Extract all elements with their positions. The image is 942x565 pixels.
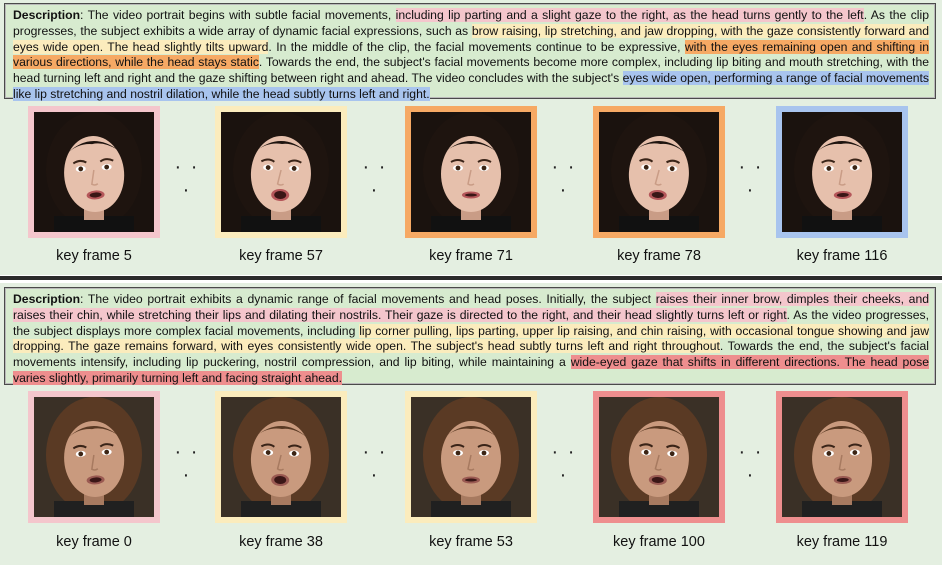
description-label: Description bbox=[13, 8, 81, 22]
key-frame-label: key frame 100 bbox=[613, 534, 705, 550]
key-frame-image bbox=[215, 106, 347, 238]
key-frame-image bbox=[776, 106, 908, 238]
key-frame-image bbox=[405, 106, 537, 238]
description-text: : The video portrait begins with subtle … bbox=[13, 8, 930, 101]
ellipsis: · · · bbox=[174, 156, 200, 201]
ellipsis: · · · bbox=[551, 441, 577, 486]
description-phrase: . In the middle of the clip, the facial … bbox=[268, 39, 685, 54]
ellipsis: · · · bbox=[174, 441, 200, 486]
description-box: Description: The video portrait begins w… bbox=[4, 3, 936, 101]
ellipsis: · · · bbox=[551, 156, 577, 201]
panel-separator bbox=[0, 276, 942, 280]
key-frame-label: key frame 78 bbox=[617, 248, 701, 264]
key-frame-label: key frame 116 bbox=[796, 248, 888, 264]
top-example-panel: Description: The video portrait begins w… bbox=[0, 0, 942, 275]
key-frame-image bbox=[776, 391, 908, 523]
key-frame-image bbox=[28, 391, 160, 523]
key-frame-label: key frame 53 bbox=[429, 534, 513, 550]
key-frame-label: key frame 5 bbox=[56, 248, 132, 264]
ellipsis: · · · bbox=[362, 441, 388, 486]
description-text: : The video portrait exhibits a dynamic … bbox=[13, 292, 930, 385]
key-frame-image bbox=[405, 391, 537, 523]
key-frame-label: key frame 71 bbox=[429, 248, 513, 264]
ellipsis: · · · bbox=[362, 156, 388, 201]
bottom-example-panel: Description: The video portrait exhibits… bbox=[0, 283, 942, 565]
key-frame-label: key frame 38 bbox=[239, 534, 323, 550]
key-frame-image bbox=[593, 106, 725, 238]
highlighted-phrase: including lip parting and a slight gaze … bbox=[395, 8, 864, 22]
ellipsis: · · · bbox=[738, 156, 764, 201]
description-label: Description bbox=[13, 292, 81, 306]
description-box: Description: The video portrait exhibits… bbox=[4, 287, 936, 385]
description-phrase: : The video portrait exhibits a dynamic … bbox=[80, 292, 656, 306]
key-frame-image bbox=[593, 391, 725, 523]
key-frame-label: key frame 119 bbox=[796, 534, 888, 550]
key-frame-label: key frame 0 bbox=[56, 534, 132, 550]
ellipsis: · · · bbox=[738, 441, 764, 486]
key-frame-label: key frame 57 bbox=[239, 248, 323, 264]
key-frame-image bbox=[215, 391, 347, 523]
description-phrase: : The video portrait begins with subtle … bbox=[80, 8, 396, 22]
key-frame-image bbox=[28, 106, 160, 238]
